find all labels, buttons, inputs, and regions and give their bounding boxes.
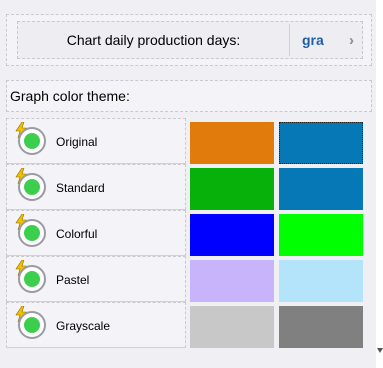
color-swatch-secondary [279,306,363,348]
theme-name: Pastel [56,273,90,287]
divider [289,24,290,56]
color-swatch-secondary [279,260,363,302]
production-days-label: Chart daily production days: [66,32,241,48]
theme-name: Grayscale [56,319,111,333]
graph-color-theme-header: Graph color theme: [6,80,372,112]
radio-button[interactable] [18,219,46,247]
chevron-right-icon[interactable]: › [349,22,354,58]
scroll-down-arrow-icon[interactable] [377,348,383,353]
radio-button[interactable] [18,311,46,339]
radio-selected-dot [24,179,40,195]
vertical-scrollbar[interactable] [376,0,383,368]
color-swatch-secondary [279,168,363,210]
theme-option-grayscale[interactable]: Grayscale [6,302,186,348]
color-swatch-primary [190,122,274,164]
radio-button[interactable] [18,127,46,155]
radio-selected-dot [24,317,40,333]
color-swatch-secondary [279,214,363,256]
radio-selected-dot [24,133,40,149]
theme-name: Colorful [56,227,98,241]
theme-option-colorful[interactable]: Colorful [6,210,186,256]
radio-button[interactable] [18,173,46,201]
production-days-value[interactable]: gra [302,22,324,58]
color-swatch-primary [190,214,274,256]
settings-panel: Chart daily production days: gra › Graph… [0,0,376,368]
theme-option-pastel[interactable]: Pastel [6,256,186,302]
theme-option-original[interactable]: Original [6,118,186,164]
theme-list: Original Standard Colorful Pastel Graysc… [6,118,372,352]
color-swatch-primary [190,306,274,348]
radio-selected-dot [24,225,40,241]
color-swatch-primary [190,260,274,302]
color-swatch-secondary [279,122,363,164]
production-days-selector[interactable]: Chart daily production days: gra › [17,21,363,59]
theme-option-standard[interactable]: Standard [6,164,186,210]
production-days-row: Chart daily production days: gra › [6,14,372,66]
radio-button[interactable] [18,265,46,293]
theme-name: Original [56,135,98,149]
radio-selected-dot [24,271,40,287]
color-swatch-primary [190,168,274,210]
theme-name: Standard [56,181,105,195]
